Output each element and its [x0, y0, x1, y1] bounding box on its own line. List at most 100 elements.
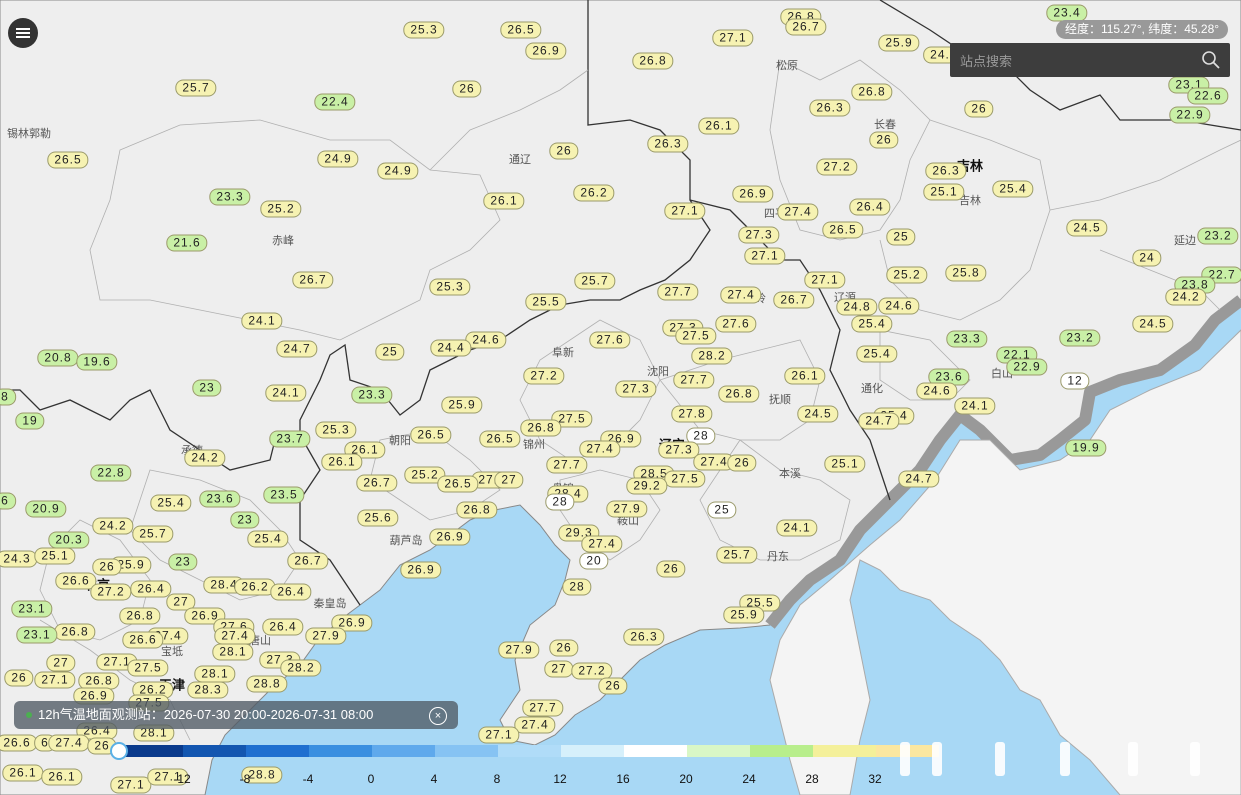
station-temperature-label[interactable]: 23.3 [209, 188, 251, 206]
station-temperature-label[interactable]: 26.2 [573, 184, 615, 202]
station-temperature-label[interactable]: 26.3 [647, 135, 689, 153]
station-temperature-label[interactable]: 24.4 [430, 339, 472, 357]
station-temperature-label[interactable]: 20.3 [48, 531, 90, 549]
station-temperature-label[interactable]: 20.8 [37, 349, 79, 367]
station-temperature-label[interactable]: 23.1 [11, 600, 53, 618]
station-temperature-label[interactable]: 24.5 [797, 405, 839, 423]
station-temperature-label[interactable]: 27.2 [90, 583, 132, 601]
station-temperature-label[interactable]: 22.9 [1006, 358, 1048, 376]
station-temperature-label[interactable]: 23 [192, 379, 222, 397]
station-temperature-label[interactable]: 23 [230, 511, 260, 529]
station-temperature-label[interactable]: 23.1 [16, 626, 58, 644]
station-temperature-label[interactable]: 24.7 [898, 470, 940, 488]
station-search-input[interactable] [958, 49, 1192, 73]
station-temperature-label[interactable]: 26.5 [437, 475, 479, 493]
station-temperature-label[interactable]: 25.7 [175, 79, 217, 97]
station-temperature-label[interactable]: 26.5 [410, 426, 452, 444]
station-temperature-label[interactable]: 25.2 [886, 266, 928, 284]
station-temperature-label[interactable]: 26.8 [718, 385, 760, 403]
control-icon[interactable] [1060, 742, 1070, 776]
station-temperature-label[interactable]: 27.8 [671, 405, 713, 423]
control-icon[interactable] [900, 742, 910, 776]
station-temperature-label[interactable]: 25.3 [315, 421, 357, 439]
station-temperature-label[interactable]: 26 [964, 100, 994, 118]
station-temperature-label[interactable]: 27.4 [514, 716, 556, 734]
close-icon[interactable]: × [429, 707, 447, 725]
station-temperature-label[interactable]: 24.2 [184, 449, 226, 467]
station-temperature-label[interactable]: 22.4 [314, 93, 356, 111]
station-temperature-label[interactable]: 27.4 [214, 627, 256, 645]
station-temperature-label[interactable]: 27.5 [664, 470, 706, 488]
station-temperature-label[interactable]: 26 [92, 558, 122, 576]
station-temperature-label[interactable]: 23.5 [263, 486, 305, 504]
station-temperature-label[interactable]: 27.1 [34, 671, 76, 689]
station-temperature-label[interactable]: 26.7 [773, 291, 815, 309]
station-temperature-label[interactable]: 26 [598, 677, 628, 695]
station-temperature-label[interactable]: 23 [168, 553, 198, 571]
station-temperature-label[interactable]: 26.3 [925, 162, 967, 180]
station-temperature-label[interactable]: 26 [549, 142, 579, 160]
station-temperature-label[interactable]: 27.5 [675, 327, 717, 345]
station-temperature-label[interactable]: 23.6 [199, 490, 241, 508]
station-temperature-label[interactable]: 29.2 [626, 477, 668, 495]
station-temperature-label[interactable]: 27.1 [744, 247, 786, 265]
station-temperature-label[interactable]: 27 [46, 654, 76, 672]
station-temperature-label[interactable]: 12 [1060, 372, 1090, 390]
station-temperature-label[interactable]: 26 [727, 454, 757, 472]
station-temperature-label[interactable]: 25.7 [132, 525, 174, 543]
station-temperature-label[interactable]: 24.1 [241, 312, 283, 330]
station-temperature-label[interactable]: 26.4 [130, 580, 172, 598]
station-temperature-label[interactable]: 28 [545, 493, 575, 511]
station-temperature-label[interactable]: 24.5 [1066, 219, 1108, 237]
station-temperature-label[interactable]: 26.6 [0, 734, 38, 752]
station-temperature-label[interactable]: 21.6 [166, 234, 208, 252]
station-temperature-label[interactable]: 26.8 [119, 607, 161, 625]
station-temperature-label[interactable]: 27.9 [606, 500, 648, 518]
station-temperature-label[interactable]: 27.4 [720, 286, 762, 304]
station-temperature-label[interactable]: 27.6 [589, 331, 631, 349]
station-temperature-label[interactable]: 25 [375, 343, 405, 361]
station-temperature-label[interactable]: 25.4 [992, 180, 1034, 198]
station-temperature-label[interactable]: 28.1 [212, 643, 254, 661]
station-temperature-label[interactable]: 26.1 [321, 453, 363, 471]
map-canvas[interactable] [0, 0, 1241, 795]
station-temperature-label[interactable]: 26 [4, 669, 34, 687]
station-temperature-label[interactable]: 26.5 [47, 151, 89, 169]
station-temperature-label[interactable]: 26.1 [483, 192, 525, 210]
station-temperature-label[interactable]: 26.7 [287, 552, 329, 570]
station-temperature-label[interactable]: 24.8 [836, 298, 878, 316]
station-temperature-label[interactable]: 25.7 [574, 272, 616, 290]
station-temperature-label[interactable]: 27.1 [712, 29, 754, 47]
station-temperature-label[interactable]: 25.2 [260, 200, 302, 218]
station-temperature-label[interactable]: 26.8 [54, 623, 96, 641]
station-temperature-label[interactable]: 26.1 [698, 117, 740, 135]
station-temperature-label[interactable]: 25.1 [34, 547, 76, 565]
station-temperature-label[interactable]: 25.3 [403, 21, 445, 39]
station-temperature-label[interactable]: 26.9 [525, 42, 567, 60]
station-temperature-label[interactable]: 26.1 [2, 764, 44, 782]
station-temperature-label[interactable]: 25.4 [150, 494, 192, 512]
station-temperature-label[interactable]: 27.6 [715, 315, 757, 333]
control-icon[interactable] [932, 742, 942, 776]
station-temperature-label[interactable]: 24.9 [377, 162, 419, 180]
station-temperature-label[interactable]: 25.6 [357, 509, 399, 527]
station-temperature-label[interactable]: 6 [0, 492, 16, 510]
station-temperature-label[interactable]: 27.9 [498, 641, 540, 659]
station-temperature-label[interactable]: 24.6 [916, 382, 958, 400]
station-temperature-label[interactable]: 25.9 [441, 396, 483, 414]
station-temperature-label[interactable]: 27.3 [658, 441, 700, 459]
station-temperature-label[interactable]: 26 [869, 131, 899, 149]
station-temperature-label[interactable]: 28.1 [194, 665, 236, 683]
station-temperature-label[interactable]: 27 [544, 660, 574, 678]
station-temperature-label[interactable]: 26.8 [456, 501, 498, 519]
station-temperature-label[interactable]: 24.6 [878, 297, 920, 315]
station-temperature-label[interactable]: 27.1 [664, 202, 706, 220]
station-temperature-label[interactable]: 27.2 [816, 158, 858, 176]
station-temperature-label[interactable]: 26.4 [262, 618, 304, 636]
station-temperature-label[interactable]: 26 [656, 560, 686, 578]
station-temperature-label[interactable]: 26 [549, 639, 579, 657]
station-temperature-label[interactable]: 25.7 [716, 546, 758, 564]
station-temperature-label[interactable]: 26.5 [822, 221, 864, 239]
station-temperature-label[interactable]: 26.8 [632, 52, 674, 70]
station-temperature-label[interactable]: 26.6 [122, 631, 164, 649]
